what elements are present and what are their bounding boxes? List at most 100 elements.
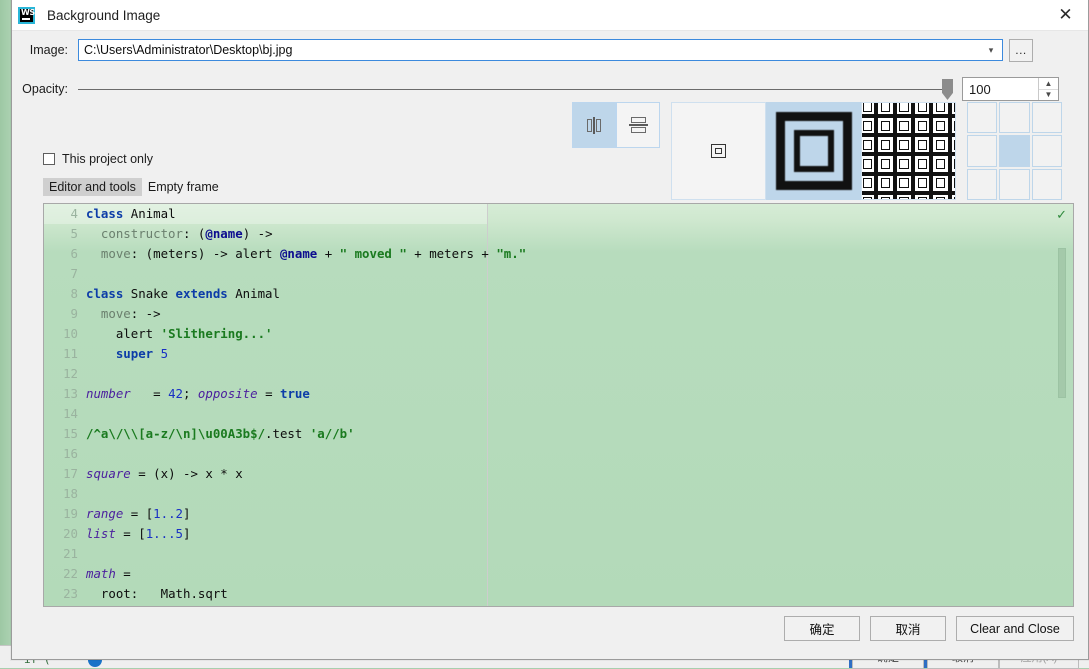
code-token: @name [205,226,242,241]
code-token: 42 [168,386,183,401]
code-token: math [86,566,116,581]
line-number: 13 [48,384,78,404]
image-label: Image: [12,43,78,57]
image-row: Image: C:\Users\Administrator\Desktop\bj… [12,36,1088,64]
image-path-combobox[interactable]: C:\Users\Administrator\Desktop\bj.jpg ▾ [78,39,1003,61]
line-number: 18 [48,484,78,504]
code-line: 12 [44,364,526,384]
line-number: 17 [48,464,78,484]
code-token: ; [183,386,198,401]
fill-mode-center[interactable] [671,102,766,200]
tab-editor-and-tools[interactable]: Editor and tools [43,178,142,196]
line-number: 16 [48,444,78,464]
code-token: class [86,286,123,301]
code-line: 22math = [44,564,526,584]
code-token: move [86,246,131,261]
code-token: = [131,386,168,401]
line-number: 22 [48,564,78,584]
tab-empty-frame[interactable]: Empty frame [142,178,225,196]
line-number: 8 [48,284,78,304]
line-number: 14 [48,404,78,424]
anchor-cell-center[interactable] [999,135,1029,166]
line-number: 23 [48,584,78,604]
code-token: list [86,526,116,541]
dialog-title-bar: WS Background Image ✕ [12,0,1088,31]
browse-button[interactable]: ... [1009,39,1033,62]
dialog-title: Background Image [47,8,160,23]
anchor-cell-middle-left[interactable] [967,135,997,166]
code-line: 4class Animal [44,204,526,224]
code-line: 14 [44,404,526,424]
opacity-value[interactable]: 100 [963,78,1038,100]
spinner-up-icon[interactable]: ▲ [1039,78,1058,90]
close-icon[interactable]: ✕ [1043,0,1088,30]
anchor-cell-top-right[interactable] [1032,102,1062,133]
code-token: root [86,586,131,601]
line-number: 7 [48,264,78,284]
anchor-cell-bottom-left[interactable] [967,169,997,200]
code-token: = [258,386,280,401]
spinner-arrows[interactable]: ▲ ▼ [1038,78,1058,100]
opacity-spinner[interactable]: 100 ▲ ▼ [962,77,1059,101]
code-token: Animal [228,286,280,301]
ok-button[interactable]: 确定 [784,616,860,641]
line-number: 11 [48,344,78,364]
code-line: 8class Snake extends Animal [44,284,526,304]
tile-pattern-icon [861,102,956,200]
code-token [153,346,160,361]
image-path-value[interactable]: C:\Users\Administrator\Desktop\bj.jpg [79,43,980,57]
anchor-cell-top-left[interactable] [967,102,997,133]
center-square-icon [711,144,726,158]
code-line: 7 [44,264,526,284]
chevron-down-icon[interactable]: ▾ [980,45,1002,56]
code-token: Snake [123,286,175,301]
editor-preview[interactable]: ✓ 4class Animal5 constructor: (@name) ->… [43,203,1074,607]
code-token: : Math.sqrt [131,586,228,601]
code-line: 5 constructor: (@name) -> [44,224,526,244]
line-number: 15 [48,424,78,444]
flip-horizontal-button[interactable] [572,102,616,148]
dialog-footer: 确定 取消 Clear and Close [12,607,1088,659]
code-token: 1...5 [146,526,183,541]
opacity-label: Opacity: [12,82,78,96]
flip-vertical-button[interactable] [616,102,660,148]
footer-button-row: 确定 取消 Clear and Close [784,616,1074,641]
anchor-cell-top-center[interactable] [999,102,1029,133]
opacity-slider[interactable] [78,78,948,100]
slider-thumb[interactable] [942,79,953,100]
code-line: 19range = [1..2] [44,504,526,524]
code-token: : (meters) -> alert [131,246,280,261]
code-token: : -> [131,306,161,321]
code-token: ) -> [243,226,273,241]
slider-track [78,89,948,90]
image-options-strip [572,102,1062,200]
code-token: + meters + [407,246,497,261]
this-project-only-checkbox[interactable] [43,153,55,165]
fill-mode-tile[interactable] [861,102,956,200]
clear-and-close-button[interactable]: Clear and Close [956,616,1074,641]
code-token: alert [86,326,161,341]
code-line: 17square = (x) -> x * x [44,464,526,484]
code-token: : ( [183,226,205,241]
code-token: super [116,346,153,361]
code-line: 6 move: (meters) -> alert @name + " move… [44,244,526,264]
fill-mode-scale-to-fit[interactable] [766,102,861,200]
opacity-row: Opacity: 100 ▲ ▼ [12,75,1088,103]
code-token: + [317,246,339,261]
mirror-horizontal-icon [587,117,601,134]
code-line: 13number = 42; opposite = true [44,384,526,404]
anchor-cell-bottom-right[interactable] [1032,169,1062,200]
code-token: true [280,386,310,401]
line-number: 10 [48,324,78,344]
editor-scrollbar-thumb[interactable] [1058,248,1066,398]
code-token: 1..2 [153,506,183,521]
cancel-button[interactable]: 取消 [870,616,946,641]
anchor-cell-bottom-center[interactable] [999,169,1029,200]
code-token: "m." [496,246,526,261]
code-token: 'a//b' [310,426,355,441]
anchor-position-grid[interactable] [967,102,1062,200]
anchor-cell-middle-right[interactable] [1032,135,1062,166]
spinner-down-icon[interactable]: ▼ [1039,90,1058,101]
this-project-only-row[interactable]: This project only [43,152,153,166]
code-token: 'Slithering...' [161,326,273,341]
